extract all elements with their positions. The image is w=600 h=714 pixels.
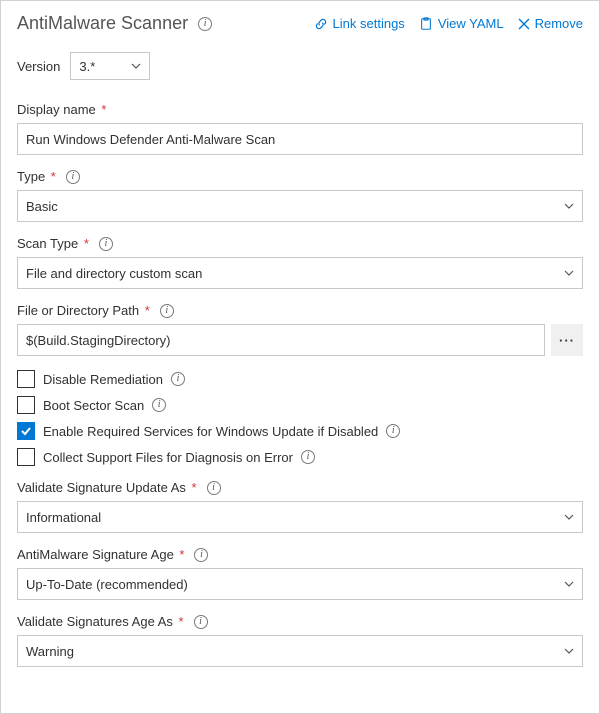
remove-button[interactable]: Remove xyxy=(518,16,583,31)
checkbox-label: Collect Support Files for Diagnosis on E… xyxy=(43,450,293,465)
validate-sig-age-label: Validate Signatures Age As * xyxy=(17,614,184,629)
field-validate-sig-update: Validate Signature Update As * i Informa… xyxy=(17,480,583,533)
version-label: Version xyxy=(17,59,60,74)
path-input[interactable]: $(Build.StagingDirectory) xyxy=(17,324,545,356)
path-label: File or Directory Path * xyxy=(17,303,150,318)
signature-age-select[interactable]: Up-To-Date (recommended) xyxy=(17,568,583,600)
display-name-value: Run Windows Defender Anti-Malware Scan xyxy=(26,132,275,147)
info-icon[interactable]: i xyxy=(207,481,221,495)
info-icon[interactable]: i xyxy=(301,450,315,464)
header-actions: Link settings View YAML Remove xyxy=(314,16,583,31)
chevron-down-icon xyxy=(564,646,574,656)
checkbox-label: Boot Sector Scan xyxy=(43,398,144,413)
info-icon[interactable]: i xyxy=(171,372,185,386)
info-icon[interactable]: i xyxy=(160,304,174,318)
info-icon[interactable]: i xyxy=(194,615,208,629)
path-browse-button[interactable]: ··· xyxy=(551,324,583,356)
field-display-name: Display name * Run Windows Defender Anti… xyxy=(17,102,583,155)
field-path: File or Directory Path * i $(Build.Stagi… xyxy=(17,303,583,356)
view-yaml-button[interactable]: View YAML xyxy=(419,16,504,31)
close-icon xyxy=(518,18,530,30)
field-validate-sig-age: Validate Signatures Age As * i Warning xyxy=(17,614,583,667)
info-icon[interactable]: i xyxy=(194,548,208,562)
field-scan-type: Scan Type * i File and directory custom … xyxy=(17,236,583,289)
info-icon[interactable]: i xyxy=(386,424,400,438)
chevron-down-icon xyxy=(564,268,574,278)
validate-sig-update-value: Informational xyxy=(26,510,101,525)
path-value: $(Build.StagingDirectory) xyxy=(26,333,171,348)
chevron-down-icon xyxy=(564,201,574,211)
chevron-down-icon xyxy=(131,61,141,71)
chevron-down-icon xyxy=(564,579,574,589)
field-type: Type * i Basic xyxy=(17,169,583,222)
version-value: 3.* xyxy=(79,59,95,74)
checkbox-label: Disable Remediation xyxy=(43,372,163,387)
signature-age-label: AntiMalware Signature Age * xyxy=(17,547,184,562)
scan-type-label: Scan Type * xyxy=(17,236,89,251)
validate-sig-update-select[interactable]: Informational xyxy=(17,501,583,533)
view-yaml-label: View YAML xyxy=(438,16,504,31)
validate-sig-update-label: Validate Signature Update As * xyxy=(17,480,197,495)
type-label: Type * xyxy=(17,169,56,184)
type-select[interactable]: Basic xyxy=(17,190,583,222)
scan-type-value: File and directory custom scan xyxy=(26,266,202,281)
validate-sig-age-value: Warning xyxy=(26,644,74,659)
panel-title: AntiMalware Scanner xyxy=(17,13,188,34)
info-icon[interactable]: i xyxy=(99,237,113,251)
task-panel: AntiMalware Scanner i Link settings View… xyxy=(0,0,600,714)
checkbox-icon xyxy=(17,396,35,414)
checkbox-icon xyxy=(17,370,35,388)
chevron-down-icon xyxy=(564,512,574,522)
checkbox-label: Enable Required Services for Windows Upd… xyxy=(43,424,378,439)
checkbox-boot-sector[interactable]: Boot Sector Scan i xyxy=(17,396,583,414)
checkbox-icon xyxy=(17,448,35,466)
link-settings-label: Link settings xyxy=(333,16,405,31)
type-value: Basic xyxy=(26,199,58,214)
signature-age-value: Up-To-Date (recommended) xyxy=(26,577,188,592)
checkbox-icon xyxy=(17,422,35,440)
checkbox-collect-support[interactable]: Collect Support Files for Diagnosis on E… xyxy=(17,448,583,466)
display-name-label: Display name * xyxy=(17,102,106,117)
clipboard-icon xyxy=(419,17,433,31)
checkbox-disable-remediation[interactable]: Disable Remediation i xyxy=(17,370,583,388)
link-settings-button[interactable]: Link settings xyxy=(314,16,405,31)
remove-label: Remove xyxy=(535,16,583,31)
version-select[interactable]: 3.* xyxy=(70,52,150,80)
info-icon[interactable]: i xyxy=(152,398,166,412)
info-icon[interactable]: i xyxy=(198,17,212,31)
info-icon[interactable]: i xyxy=(66,170,80,184)
link-icon xyxy=(314,17,328,31)
field-signature-age: AntiMalware Signature Age * i Up-To-Date… xyxy=(17,547,583,600)
scan-type-select[interactable]: File and directory custom scan xyxy=(17,257,583,289)
ellipsis-icon: ··· xyxy=(559,333,575,348)
checkbox-enable-services[interactable]: Enable Required Services for Windows Upd… xyxy=(17,422,583,440)
display-name-input[interactable]: Run Windows Defender Anti-Malware Scan xyxy=(17,123,583,155)
version-row: Version 3.* xyxy=(17,52,583,80)
panel-header: AntiMalware Scanner i Link settings View… xyxy=(17,13,583,34)
validate-sig-age-select[interactable]: Warning xyxy=(17,635,583,667)
